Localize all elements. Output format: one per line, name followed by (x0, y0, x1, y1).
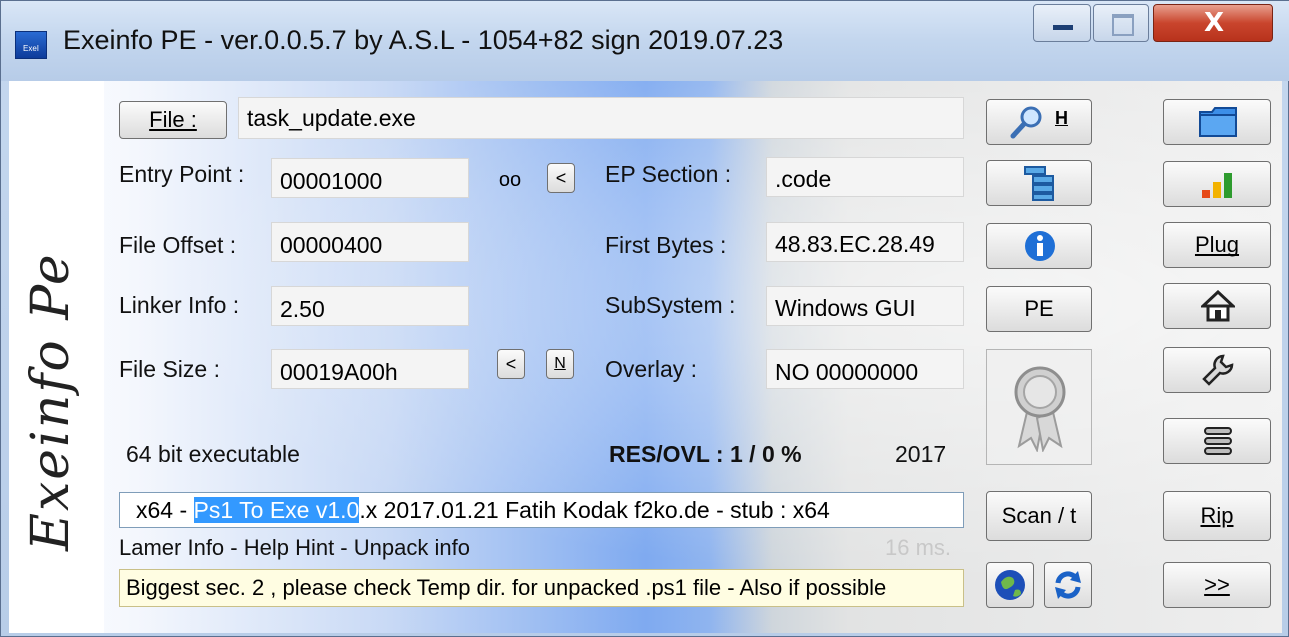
window-title: Exeinfo PE - ver.0.0.5.7 by A.S.L - 1054… (63, 25, 784, 55)
stats-button[interactable] (1163, 161, 1271, 207)
maximize-icon (1112, 14, 1134, 36)
close-icon: X (1203, 8, 1225, 38)
refresh-icon (1055, 571, 1081, 599)
year-text: 2017 (895, 441, 947, 467)
plugin-label: Plug (1194, 232, 1240, 257)
scan-suffix: .x 2017.01.21 Fatih Kodak f2ko.de - stub… (359, 497, 830, 523)
home-button[interactable] (1163, 283, 1271, 329)
close-button[interactable]: X (1153, 4, 1273, 42)
sections-icon (1024, 166, 1054, 201)
size-prev-button[interactable]: < (497, 349, 525, 379)
hex-label: H (1055, 108, 1068, 128)
ep-section-label: EP Section : (605, 161, 732, 187)
menu-button[interactable] (1163, 418, 1271, 464)
first-bytes-field[interactable]: 48.83.EC.28.49 (766, 222, 964, 262)
lamer-info-label: Lamer Info - Help Hint - Unpack info (119, 535, 470, 560)
file-offset-label: File Offset : (119, 232, 237, 258)
scan-highlight: Ps1 To Exe v1.0 (193, 497, 360, 523)
globe-icon (995, 570, 1025, 600)
file-path-field[interactable]: task_update.exe (238, 97, 964, 139)
folder-icon (1199, 107, 1237, 137)
main-panel: Exeinfo Pe File : task_update.exe Entry … (9, 81, 1282, 633)
title-bar[interactable]: ExeI Exeinfo PE - ver.0.0.5.7 by A.S.L -… (1, 1, 1289, 81)
logo-watermark: Exeinfo Pe (21, 252, 81, 551)
entry-point-field[interactable]: 00001000 (271, 158, 469, 198)
next-button[interactable]: >> (1163, 562, 1271, 608)
res-ovl-text: RES/OVL : 1 / 0 % (609, 441, 802, 467)
overlay-field[interactable]: NO 00000000 (766, 349, 964, 389)
scan-result-field[interactable]: x64 - Ps1 To Exe v1.0.x 2017.01.21 Fatih… (119, 492, 964, 528)
subsystem-label: SubSystem : (605, 292, 736, 318)
ep-prev-button[interactable]: < (547, 163, 575, 193)
magnifier-icon (1010, 106, 1042, 139)
first-bytes-label: First Bytes : (605, 232, 727, 258)
linker-info-label: Linker Info : (119, 292, 240, 318)
minimize-button[interactable] (1033, 4, 1091, 42)
wrench-icon (1202, 354, 1234, 386)
file-size-field[interactable]: 00019A00h (271, 349, 469, 389)
info-icon (1025, 231, 1055, 261)
web-button[interactable] (986, 562, 1034, 608)
oo-button[interactable]: oo (487, 163, 533, 195)
app-window: ExeI Exeinfo PE - ver.0.0.5.7 by A.S.L -… (0, 0, 1289, 637)
file-button-label: File : (149, 107, 197, 132)
timing-text: 16 ms. (885, 535, 952, 560)
rip-button[interactable]: Rip (1163, 491, 1271, 541)
stack-icon (1204, 427, 1232, 455)
bar-chart-icon (1202, 173, 1232, 198)
file-size-label: File Size : (119, 356, 220, 382)
bitness-text: 64 bit executable (126, 441, 300, 467)
file-offset-field[interactable]: 00000400 (271, 222, 469, 262)
entry-point-label: Entry Point : (119, 161, 245, 187)
info-button[interactable] (986, 223, 1092, 269)
scan-prefix: x64 - (136, 497, 194, 523)
pe-button[interactable]: PE (986, 286, 1092, 332)
tools-button[interactable] (1163, 347, 1271, 393)
sections-button[interactable] (986, 160, 1092, 206)
scan-button[interactable]: Scan / t (986, 491, 1092, 541)
refresh-button[interactable] (1044, 562, 1092, 608)
file-button[interactable]: File : (119, 101, 227, 139)
linker-info-field[interactable]: 2.50 (271, 286, 469, 326)
minimize-icon (1053, 25, 1073, 30)
subsystem-field[interactable]: Windows GUI (766, 286, 964, 326)
next-label: >> (1204, 572, 1230, 597)
maximize-button[interactable] (1093, 4, 1149, 42)
hex-search-button[interactable]: H (986, 99, 1092, 145)
open-folder-button[interactable] (1163, 99, 1271, 145)
certificate-panel (986, 349, 1092, 465)
home-icon (1201, 290, 1235, 322)
plugin-button[interactable]: Plug (1163, 222, 1271, 268)
award-ribbon-icon (1014, 366, 1066, 452)
overlay-label: Overlay : (605, 356, 698, 382)
unpack-info-field[interactable]: Biggest sec. 2 , please check Temp dir. … (119, 569, 964, 607)
rip-label: Rip (1200, 503, 1234, 528)
app-icon[interactable]: ExeI (15, 31, 47, 59)
n-button[interactable]: N (546, 349, 574, 379)
ep-section-field[interactable]: .code (766, 157, 964, 197)
